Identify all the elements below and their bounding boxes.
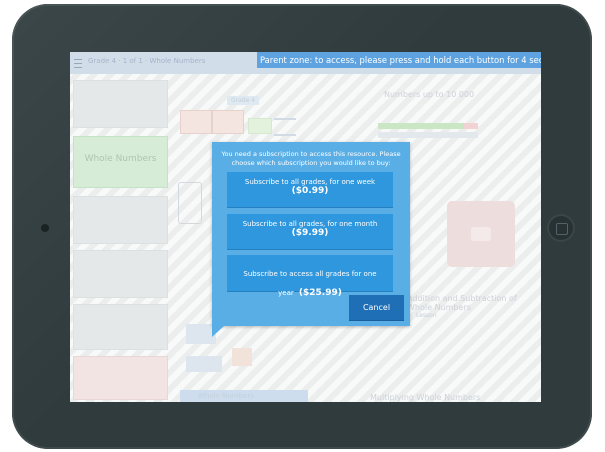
- option-price: ($0.99): [291, 186, 329, 196]
- option-price: ($25.99): [298, 288, 342, 298]
- option-price: ($9.99): [291, 228, 329, 238]
- subscribe-week-button[interactable]: Subscribe to all grades, for one week ($…: [227, 172, 393, 208]
- subscribe-year-button[interactable]: Subscribe to access all grades for one y…: [227, 255, 393, 298]
- home-button[interactable]: [547, 214, 575, 242]
- home-square-icon: [556, 223, 568, 235]
- app-screen: Grade 4 · 1 of 1 · Whole Numbers Parent …: [70, 52, 541, 402]
- camera-icon: [41, 224, 49, 232]
- modal-message: You need a subscription to access this r…: [221, 150, 401, 167]
- cancel-button[interactable]: Cancel: [349, 295, 404, 321]
- subscription-modal: You need a subscription to access this r…: [212, 142, 410, 337]
- subscribe-month-button[interactable]: Subscribe to all grades, for one month (…: [227, 214, 393, 250]
